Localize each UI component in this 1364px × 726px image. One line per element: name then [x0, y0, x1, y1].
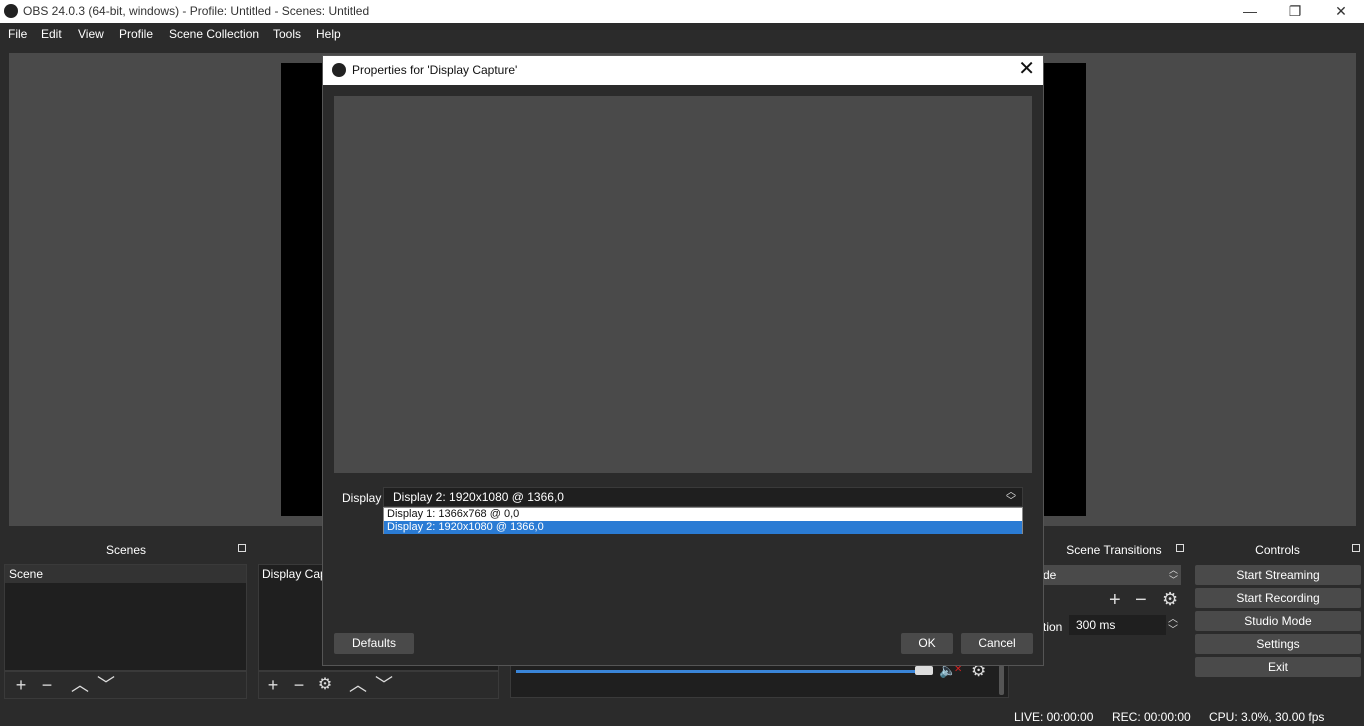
- float-icon[interactable]: [1352, 544, 1360, 552]
- menu-profile[interactable]: Profile: [119, 27, 153, 41]
- float-icon[interactable]: [238, 544, 246, 552]
- start-recording-button[interactable]: Start Recording: [1195, 588, 1361, 608]
- add-icon[interactable]: +: [13, 676, 29, 694]
- scenes-toolbar: + − ︿ ﹀: [4, 671, 247, 699]
- menu-bar: File Edit View Profile Scene Collection …: [0, 23, 1364, 45]
- display-dropdown[interactable]: Display 1: 1366x768 @ 0,0 Display 2: 192…: [383, 507, 1023, 534]
- dialog-preview: [334, 96, 1032, 473]
- float-icon[interactable]: [1176, 544, 1184, 552]
- properties-dialog: Properties for 'Display Capture' ✕ Displ…: [322, 55, 1044, 666]
- scenes-list[interactable]: Scene: [4, 564, 247, 671]
- defaults-button[interactable]: Defaults: [334, 633, 414, 654]
- minimize-button[interactable]: —: [1227, 0, 1273, 23]
- move-down-icon[interactable]: ﹀: [375, 676, 393, 694]
- menu-scene-collection[interactable]: Scene Collection: [169, 27, 259, 41]
- remove-icon[interactable]: −: [291, 676, 307, 694]
- duration-input[interactable]: 300 ms: [1069, 615, 1166, 635]
- settings-button[interactable]: Settings: [1195, 634, 1361, 654]
- dropdown-option-selected[interactable]: Display 2: 1920x1080 @ 1366,0: [384, 521, 1022, 534]
- restore-button[interactable]: ❐: [1272, 0, 1318, 23]
- transition-select-value: de: [1043, 568, 1057, 582]
- add-icon[interactable]: +: [1109, 589, 1121, 612]
- remove-icon[interactable]: −: [39, 676, 55, 694]
- menu-file[interactable]: File: [8, 27, 27, 41]
- scenes-dock-title: Scenes: [105, 543, 147, 557]
- scenes-dock: Scenes Scene + − ︿ ﹀: [2, 539, 250, 700]
- menu-tools[interactable]: Tools: [273, 27, 301, 41]
- add-icon[interactable]: +: [265, 676, 281, 694]
- gear-icon[interactable]: ⚙: [317, 677, 333, 694]
- dialog-close-icon[interactable]: ✕: [1018, 59, 1035, 79]
- list-item[interactable]: Scene: [5, 565, 246, 583]
- display-select-value: Display 2: 1920x1080 @ 1366,0: [393, 490, 564, 504]
- transitions-dock-header: Scene Transitions: [1040, 539, 1188, 561]
- controls-dock-title: Controls: [1255, 543, 1300, 557]
- move-up-icon[interactable]: ︿: [71, 676, 89, 694]
- menu-edit[interactable]: Edit: [41, 27, 62, 41]
- obs-logo-icon: [4, 4, 18, 18]
- move-down-icon[interactable]: ﹀: [97, 676, 115, 694]
- volume-slider-handle[interactable]: [915, 666, 933, 675]
- volume-slider-track[interactable]: [516, 670, 926, 673]
- studio-mode-button[interactable]: Studio Mode: [1195, 611, 1361, 631]
- scenes-dock-header: Scenes: [2, 539, 250, 561]
- controls-dock-header: Controls: [1191, 539, 1364, 561]
- window-title: OBS 24.0.3 (64-bit, windows) - Profile: …: [23, 4, 370, 18]
- obs-logo-icon: [332, 63, 346, 77]
- sources-toolbar: + − ⚙ ︿ ﹀: [258, 671, 499, 699]
- duration-label: tion: [1043, 620, 1063, 634]
- start-streaming-button[interactable]: Start Streaming: [1195, 565, 1361, 585]
- display-label: Display: [342, 491, 382, 505]
- dropdown-option[interactable]: Display 1: 1366x768 @ 0,0: [384, 508, 1022, 521]
- window-titlebar: OBS 24.0.3 (64-bit, windows) - Profile: …: [0, 0, 1364, 23]
- duration-stepper[interactable]: ︿ ﹀: [1168, 614, 1178, 636]
- menu-view[interactable]: View: [78, 27, 104, 41]
- status-bar: LIVE: 00:00:00 REC: 00:00:00 CPU: 3.0%, …: [0, 706, 1364, 726]
- gear-icon[interactable]: ⚙: [1162, 589, 1178, 610]
- transition-select[interactable]: de ︿ ﹀: [1040, 565, 1181, 585]
- move-up-icon[interactable]: ︿: [349, 676, 367, 694]
- transitions-dock-title: Scene Transitions: [1066, 543, 1162, 557]
- mixer-scrollbar[interactable]: [999, 665, 1004, 695]
- cpu-status: CPU: 3.0%, 30.00 fps: [1209, 710, 1325, 724]
- ok-button[interactable]: OK: [901, 633, 953, 654]
- remove-icon[interactable]: −: [1135, 589, 1147, 612]
- transitions-dock: Scene Transitions de ︿ ﹀ + − ⚙ tion 300 m…: [1040, 539, 1188, 639]
- close-button[interactable]: ✕: [1318, 0, 1364, 23]
- controls-header: Controls: [1191, 539, 1364, 561]
- dialog-titlebar: Properties for 'Display Capture' ✕: [323, 56, 1043, 85]
- cancel-button[interactable]: Cancel: [961, 633, 1033, 654]
- chevron-updown-icon: ︿ ﹀: [1006, 487, 1016, 507]
- menu-help[interactable]: Help: [316, 27, 341, 41]
- chevron-updown-icon: ︿ ﹀: [1168, 565, 1178, 585]
- display-select[interactable]: Display 2: 1920x1080 @ 1366,0 ︿ ﹀: [383, 487, 1023, 507]
- exit-button[interactable]: Exit: [1195, 657, 1361, 677]
- dialog-title: Properties for 'Display Capture': [352, 63, 518, 77]
- rec-status: REC: 00:00:00: [1112, 710, 1191, 724]
- live-status: LIVE: 00:00:00: [1014, 710, 1094, 724]
